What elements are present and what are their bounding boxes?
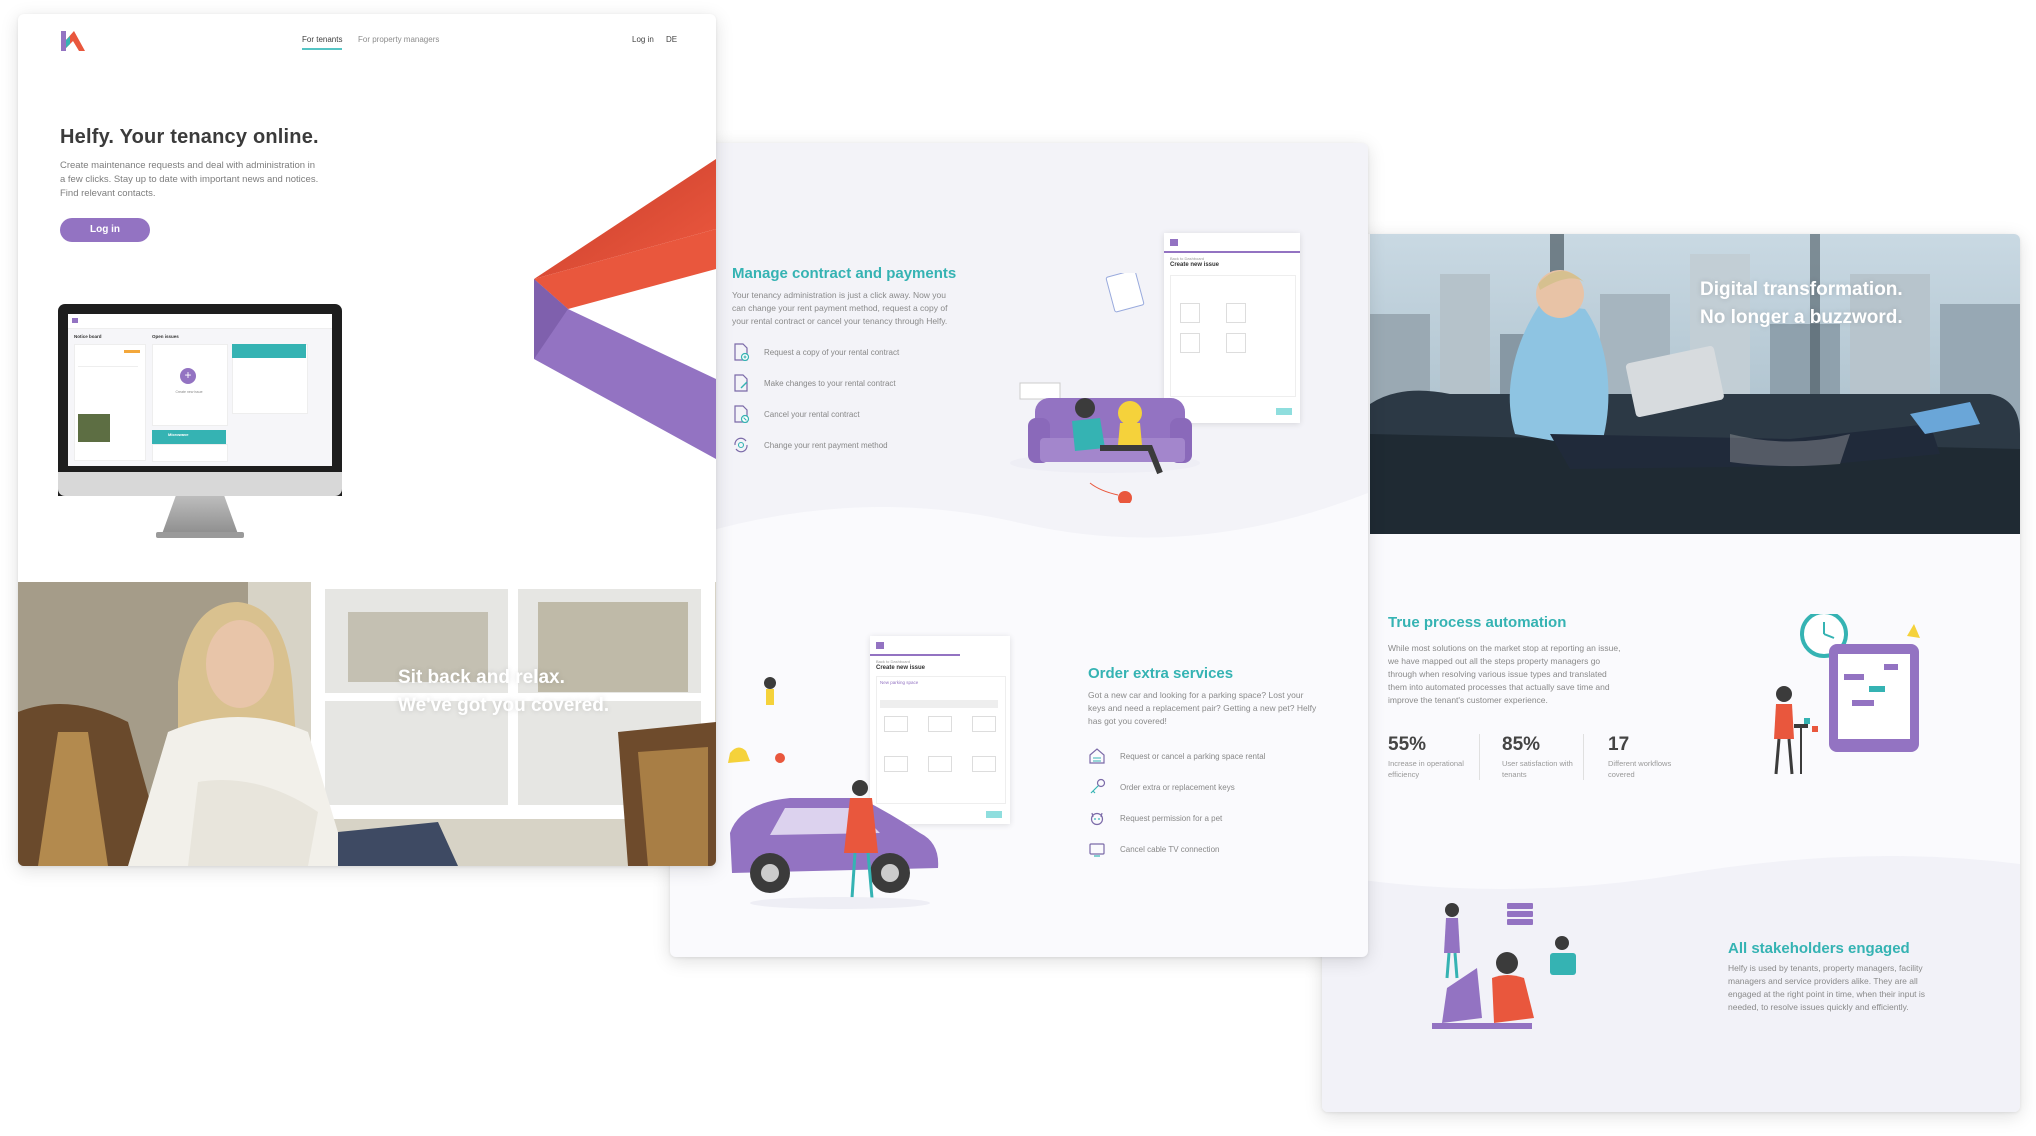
service-feature[interactable]: Request permission for a pet: [1088, 809, 1222, 827]
notice-board-label: Notice board: [74, 334, 102, 339]
key-icon: [1090, 778, 1106, 794]
pet-icon: [1090, 812, 1104, 826]
open-issues-label: Open issues: [152, 334, 179, 339]
services-text: Got a new car and looking for a parking …: [1088, 690, 1317, 726]
contract-title: Manage contract and payments: [732, 265, 957, 282]
contract-feature[interactable]: Request a copy of your rental contract: [732, 343, 899, 361]
hero-text: Create maintenance requests and deal wit…: [60, 160, 319, 199]
contract-text: Your tenancy administration is just a cl…: [732, 290, 948, 326]
service-feature[interactable]: Request or cancel a parking space rental: [1088, 747, 1265, 765]
automation-title: True process automation: [1388, 614, 1567, 631]
nav-tab-managers[interactable]: For property managers: [358, 35, 439, 44]
stakeholders-illustration: [1422, 898, 1592, 1048]
stat-divider: [1479, 734, 1480, 780]
automation-text: While most solutions on the market stop …: [1388, 643, 1621, 705]
feature-label: Order extra or replacement keys: [1120, 782, 1235, 792]
page-preview-process: Digital transformation. No longer a buzz…: [1322, 234, 2020, 1112]
sofa-illustration: [1010, 269, 1210, 505]
contract-feature[interactable]: Cancel your rental contract: [732, 405, 860, 423]
stat-label: Different workflows covered: [1608, 759, 1672, 779]
feature-label: Make changes to your rental contract: [764, 378, 896, 388]
helfy-logo[interactable]: [60, 30, 86, 52]
form-title: Create new issue: [1170, 262, 1220, 268]
feature-label: Cancel cable TV connection: [1120, 844, 1220, 854]
office-photo: Digital transformation. No longer a buzz…: [1370, 234, 2020, 534]
car-illustration: [710, 653, 970, 913]
document-cancel-icon: [734, 405, 750, 423]
tenant-photo: Sit back and relax. We've got you covere…: [18, 582, 716, 866]
stat-value: 17: [1608, 734, 1630, 755]
service-feature[interactable]: Order extra or replacement keys: [1088, 778, 1235, 796]
page-preview-tenants: For tenants For property managers Log in…: [18, 14, 716, 866]
monitor-mockup: Notice board Open issues + Create new is…: [58, 304, 342, 544]
form-breadcrumb: Back to Dashboard: [1170, 256, 1205, 261]
login-button[interactable]: Log in: [60, 218, 150, 242]
services-title: Order extra services: [1088, 665, 1234, 682]
stat-value: 85%: [1502, 734, 1541, 755]
create-issue-label: Create new issue: [175, 390, 203, 394]
tv-icon: [1089, 843, 1105, 857]
stat-label: Increase in operational efficiency: [1388, 759, 1464, 779]
nav-tab-tenants[interactable]: For tenants: [302, 35, 343, 50]
garage-icon: [1089, 748, 1105, 764]
feature-label: Change your rent payment method: [764, 440, 888, 450]
payment-cycle-icon: [734, 437, 748, 453]
stat-divider: [1583, 734, 1584, 780]
contract-feature[interactable]: Make changes to your rental contract: [732, 374, 896, 392]
feature-label: Request a copy of your rental contract: [764, 347, 900, 357]
stat-label: User satisfaction with tenants: [1502, 759, 1573, 779]
stakeholders-title: All stakeholders engaged: [1728, 940, 1910, 957]
service-feature[interactable]: Cancel cable TV connection: [1088, 840, 1219, 858]
document-edit-icon: [734, 374, 748, 392]
nav-login-link[interactable]: Log in: [632, 35, 654, 44]
stat-value: 55%: [1388, 734, 1427, 755]
microwave-label: Microwave: [168, 432, 189, 437]
stakeholders-text: Helfy is used by tenants, property manag…: [1728, 963, 1926, 1012]
document-plus-icon: [734, 343, 750, 361]
process-illustration: [1764, 610, 1944, 784]
photo-headline: Sit back and relax. We've got you covere…: [398, 667, 610, 716]
language-switch[interactable]: DE: [666, 35, 677, 44]
contract-feature[interactable]: Change your rent payment method: [732, 436, 888, 454]
feature-label: Cancel your rental contract: [764, 409, 860, 419]
feature-label: Request or cancel a parking space rental: [1120, 751, 1266, 761]
feature-label: Request permission for a pet: [1120, 813, 1223, 823]
ribbon-graphic: [534, 159, 716, 459]
photo-headline: Digital transformation. No longer a buzz…: [1700, 279, 1903, 328]
hero-title: Helfy. Your tenancy online.: [60, 126, 319, 148]
page-preview-services: Manage contract and payments Your tenanc…: [670, 143, 1368, 957]
